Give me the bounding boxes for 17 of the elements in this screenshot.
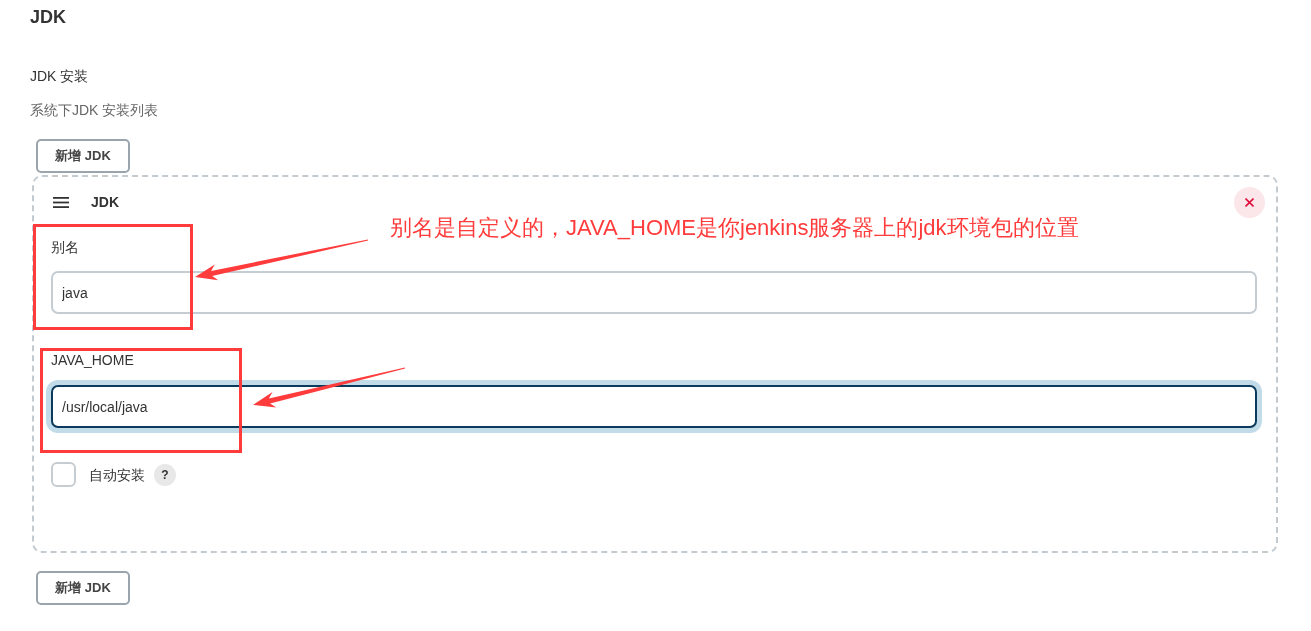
help-button[interactable]: ? <box>154 463 176 486</box>
field-label: JAVA_HOME <box>51 351 134 370</box>
installations-label: JDK 安装 <box>30 67 89 86</box>
text-field[interactable]: java <box>51 271 1257 314</box>
add-jdk-button[interactable]: 新增 JDK <box>36 139 130 173</box>
annotation-text: 别名是自定义的，JAVA_HOME是你jenkins服务器上的jdk环境包的位置 <box>390 214 1079 242</box>
installations-description: 系统下JDK 安装列表 <box>30 101 159 120</box>
section-title: JDK <box>30 6 66 29</box>
checkbox[interactable] <box>51 462 76 487</box>
add-jdk-button[interactable]: 新增 JDK <box>36 571 130 605</box>
checkbox-label[interactable]: 自动安装 <box>89 464 145 485</box>
close-button[interactable] <box>1234 187 1265 218</box>
close-icon <box>1245 198 1254 207</box>
menu-icon[interactable] <box>53 197 69 208</box>
text-field[interactable]: /usr/local/java <box>51 385 1257 428</box>
field-label: 别名 <box>51 238 79 257</box>
card-title: JDK <box>91 193 119 212</box>
